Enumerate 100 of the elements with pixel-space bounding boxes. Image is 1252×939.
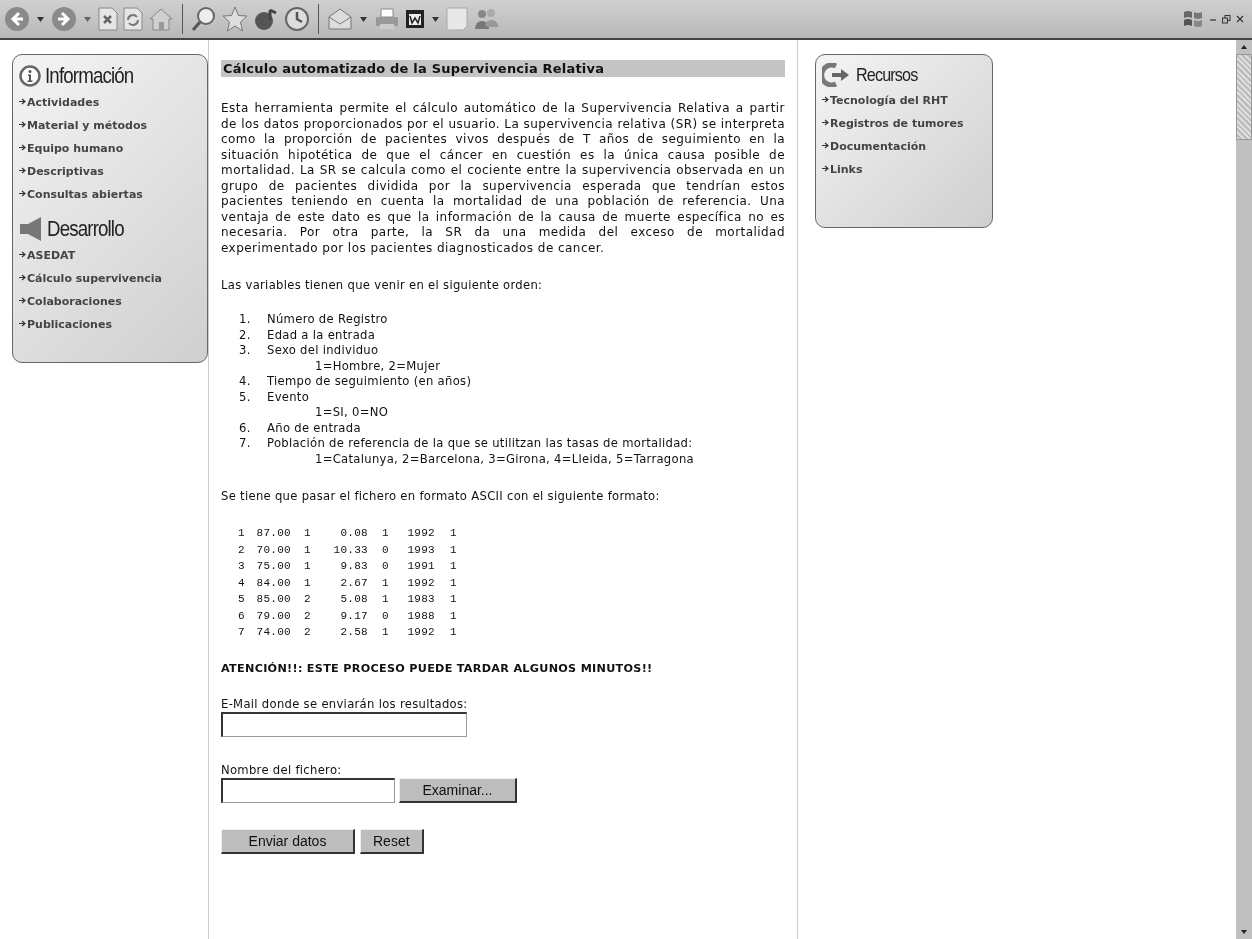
sample-value: 2 (303, 625, 311, 640)
sample-value: 0 (381, 559, 389, 574)
forward-icon[interactable] (51, 6, 77, 32)
sample-value: 2 (237, 542, 245, 558)
variable-label: Población de referencia de la que se utilitzan las tasas de mortalidad: (267, 436, 693, 450)
sample-value: 0.08 (339, 526, 368, 541)
nav-link[interactable]: Registros de tumores (822, 112, 986, 135)
variable-label: Sexo del individuo (267, 343, 379, 357)
sample-value: 1992 (406, 625, 435, 640)
nav-link[interactable]: Descriptivas (19, 160, 201, 183)
sample-value: 1 (449, 592, 457, 607)
form-button[interactable]: Enviar datos (221, 828, 355, 854)
caret-icon[interactable] (432, 16, 439, 22)
sample-value: 1 (449, 542, 457, 558)
sample-value: 10.33 (332, 542, 368, 558)
sample-value: 9.17 (339, 608, 368, 624)
sample-value: 1988 (406, 608, 435, 624)
variable-codes: 1=SI, 0=NO (314, 405, 390, 421)
email-label: E-Mail donde se enviarán los resultados: (221, 696, 469, 711)
arrow-icon (19, 190, 26, 197)
back-icon[interactable] (4, 6, 30, 32)
sample-value: 6 (237, 608, 245, 624)
sample-value: 1 (303, 559, 311, 574)
nav-link[interactable]: Cálculo supervivencia (19, 267, 201, 290)
sample-value: 5.08 (339, 592, 368, 607)
variable-label: Edad a la entrada (267, 327, 376, 342)
sample-value: 0 (381, 542, 389, 558)
variable-codes: 1=Catalunya, 2=Barcelona, 3=Girona, 4=Lleida, 5=Tarragona (314, 451, 695, 467)
variables-heading: Las variables tienen que venir en el siguiente orden: (221, 278, 544, 293)
sample-value: 1983 (406, 592, 435, 607)
arrow-icon (19, 144, 26, 151)
nav-link[interactable]: Links (822, 158, 986, 181)
sample-value: 4 (237, 575, 245, 591)
sample-value: 1991 (406, 559, 435, 574)
close-icon[interactable] (1236, 15, 1244, 23)
nav-link[interactable]: Consultas abiertas (19, 183, 201, 206)
arrow-icon (19, 320, 26, 327)
sample-value: 2 (303, 592, 311, 607)
caret-icon[interactable] (360, 16, 367, 22)
sample-value: 1 (449, 526, 457, 541)
search-icon[interactable] (191, 6, 217, 32)
browse-button[interactable]: Examinar... (399, 777, 517, 803)
nav-link[interactable]: Documentación (822, 135, 986, 158)
sample-value: 1 (381, 526, 389, 541)
arrow-icon (19, 274, 26, 281)
mail-icon[interactable] (327, 7, 353, 31)
arrow-icon (822, 96, 829, 103)
sample-value: 0 (381, 608, 389, 624)
restore-icon[interactable] (1222, 14, 1231, 24)
list-number: 4. (239, 374, 252, 390)
people-icon[interactable] (473, 7, 499, 31)
caret-icon[interactable] (37, 16, 44, 22)
word-icon[interactable] (405, 9, 425, 29)
intro-paragraph: Esta herramienta permite el cálculo automático de la Supervivencia Relativa a partir de los datos proporcionados por el usuario. La supervivencia relativa (SR) se interpreta como la proporción de pacientes vivos después de T años de seguimiento en la situación hipotética de que el cáncer en cuestión es la única causa posible de mortalidad. La SR se calcula como el cociente entre la supervivencia observada en un grupo de pacientes dividida por la supervivencia esperada que tendrían estos pacientes teniendo en cuenta la mortalidad de una población de referencia. Una ventaja de este dato es que la información de la causa de muerte específica no es necesaria. Por otra parte, la SR da una medida del exceso de mortalidad experimentado por los pacientes diagnosticados de cancer. (221, 101, 785, 256)
nav-link[interactable]: Colaboraciones (19, 290, 201, 313)
sample-value: 7 (237, 625, 245, 640)
sample-value: 1 (303, 542, 311, 558)
arrow-icon (822, 119, 829, 126)
scrollbar[interactable] (1236, 40, 1252, 939)
file-label: Nombre del fichero: (221, 762, 343, 777)
refresh-icon[interactable] (123, 7, 143, 31)
sample-value: 70.00 (255, 542, 291, 558)
nav-link[interactable]: ASEDAT (19, 244, 201, 267)
nav-link[interactable]: Equipo humano (19, 137, 201, 160)
sample-value: 1992 (406, 575, 435, 591)
list-number: 2. (239, 327, 252, 343)
printer-icon[interactable] (374, 7, 400, 31)
sample-value: 1 (303, 575, 311, 591)
nav-link[interactable]: Actividades (19, 91, 201, 114)
warning-text: ATENCIÓN!!: ESTE PROCESO PUEDE TARDAR ALGUNOS MINUTOS!! (221, 661, 654, 675)
form-button[interactable]: Reset (360, 828, 424, 854)
page-title: Cálculo automatizado de la Supervivencia Relativa (221, 60, 785, 77)
scroll-thumb[interactable] (1236, 54, 1252, 140)
stop-icon[interactable] (98, 7, 118, 31)
caret-icon[interactable] (84, 16, 91, 22)
nav-link[interactable]: Material y métodos (19, 114, 201, 137)
sample-value: 1 (237, 526, 245, 541)
star-icon[interactable] (222, 6, 248, 32)
file-field[interactable] (221, 777, 395, 803)
arrow-icon (19, 121, 26, 128)
nav-link[interactable]: Publicaciones (19, 313, 201, 336)
arrow-icon (19, 98, 26, 105)
sample-value: 5 (237, 592, 245, 607)
list-number: 5. (239, 389, 252, 405)
history-icon[interactable] (284, 6, 310, 32)
sample-value: 1 (449, 575, 457, 591)
nav-link[interactable]: Tecnología del RHT (822, 89, 986, 112)
panel-heading: Desarrollo (47, 216, 124, 242)
sample-value: 84.00 (255, 575, 291, 591)
sample-value: 75.00 (255, 559, 291, 574)
format-heading: Se tiene que pasar el fichero en formato ASCII con el siguiente formato: (221, 489, 661, 504)
list-number: 3. (239, 343, 252, 359)
sample-value: 74.00 (255, 625, 291, 640)
email-field[interactable] (221, 711, 467, 737)
arrow-icon (822, 165, 829, 172)
sample-value: 87.00 (255, 526, 291, 541)
info-icon (19, 65, 41, 87)
list-number: 6. (239, 420, 252, 436)
sample-value: 1 (449, 625, 457, 640)
list-number: 7. (239, 436, 252, 452)
